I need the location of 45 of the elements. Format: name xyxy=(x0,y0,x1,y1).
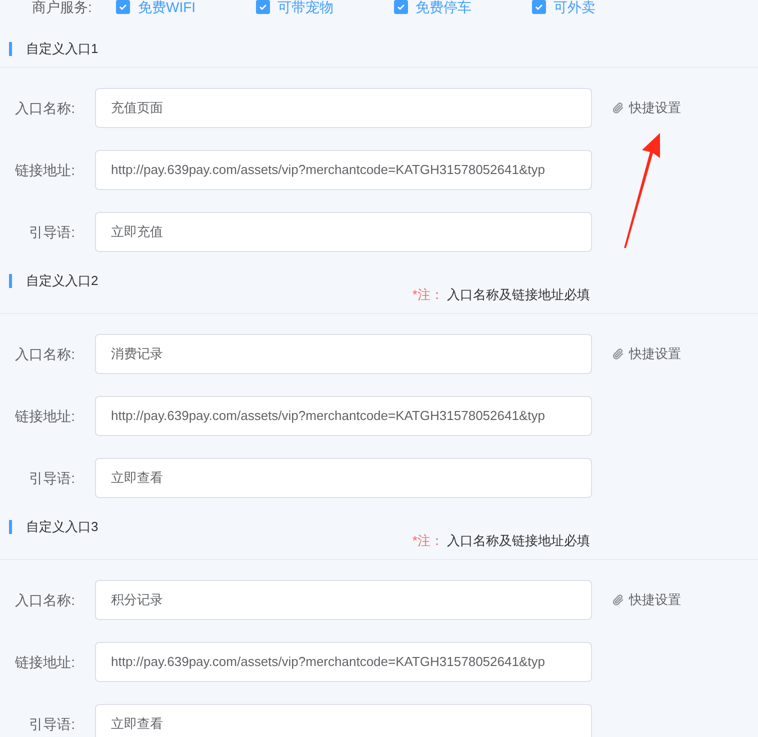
checkbox[interactable] xyxy=(532,0,546,14)
paperclip-icon xyxy=(612,348,624,360)
input-field[interactable]: 充值页面 xyxy=(95,88,592,128)
field-label: 入口名称: xyxy=(14,590,75,610)
field-label: 链接地址: xyxy=(14,406,75,426)
checkbox-label: 可带宠物 xyxy=(278,0,334,16)
section-accent-bar xyxy=(9,520,12,534)
section-title: 自定义入口1 xyxy=(26,40,98,58)
field-label: 入口名称: xyxy=(14,344,75,364)
field-label: 引导语: xyxy=(28,468,75,488)
field-label: 引导语: xyxy=(28,714,75,734)
quick-setting-link[interactable]: 快捷设置 xyxy=(612,98,681,118)
checkbox[interactable] xyxy=(116,0,130,14)
input-field[interactable]: 消费记录 xyxy=(95,334,592,374)
checkbox-label: 可外卖 xyxy=(554,0,596,16)
required-note: *注： 入口名称及链接地址必填 xyxy=(412,532,590,550)
input-field[interactable]: 积分记录 xyxy=(95,580,592,620)
checkbox[interactable] xyxy=(256,0,270,14)
paperclip-icon xyxy=(612,594,624,606)
input-field[interactable]: 立即查看 xyxy=(95,458,592,498)
checkbox-label: 免费WIFI xyxy=(138,0,196,16)
required-note: *注： 入口名称及链接地址必填 xyxy=(412,286,590,304)
section-accent-bar xyxy=(9,274,12,288)
field-label: 引导语: xyxy=(28,222,75,242)
paperclip-icon xyxy=(612,102,624,114)
section-accent-bar xyxy=(9,42,12,56)
checkbox-label: 免费停车 xyxy=(416,0,472,16)
input-field[interactable]: 立即查看 xyxy=(95,704,592,737)
field-label: 链接地址: xyxy=(14,652,75,672)
section-title: 自定义入口3 xyxy=(26,518,98,536)
input-field[interactable]: http://pay.639pay.com/assets/vip?merchantcode=KATGH31578052641&typ xyxy=(95,150,592,190)
input-field[interactable]: http://pay.639pay.com/assets/vip?merchantcode=KATGH31578052641&typ xyxy=(95,396,592,436)
quick-setting-link[interactable]: 快捷设置 xyxy=(612,344,681,364)
checkmark-icon xyxy=(118,2,128,12)
section-title: 自定义入口2 xyxy=(26,272,98,290)
field-label: 入口名称: xyxy=(14,98,75,118)
checkmark-icon xyxy=(258,2,268,12)
checkbox[interactable] xyxy=(394,0,408,14)
checkmark-icon xyxy=(396,2,406,12)
checkmark-icon xyxy=(534,2,544,12)
input-field[interactable]: 立即充值 xyxy=(95,212,592,252)
input-field[interactable]: http://pay.639pay.com/assets/vip?merchantcode=KATGH31578052641&typ xyxy=(95,642,592,682)
field-label: 商户服务: xyxy=(32,0,93,16)
field-label: 链接地址: xyxy=(14,160,75,180)
quick-setting-link[interactable]: 快捷设置 xyxy=(612,590,681,610)
